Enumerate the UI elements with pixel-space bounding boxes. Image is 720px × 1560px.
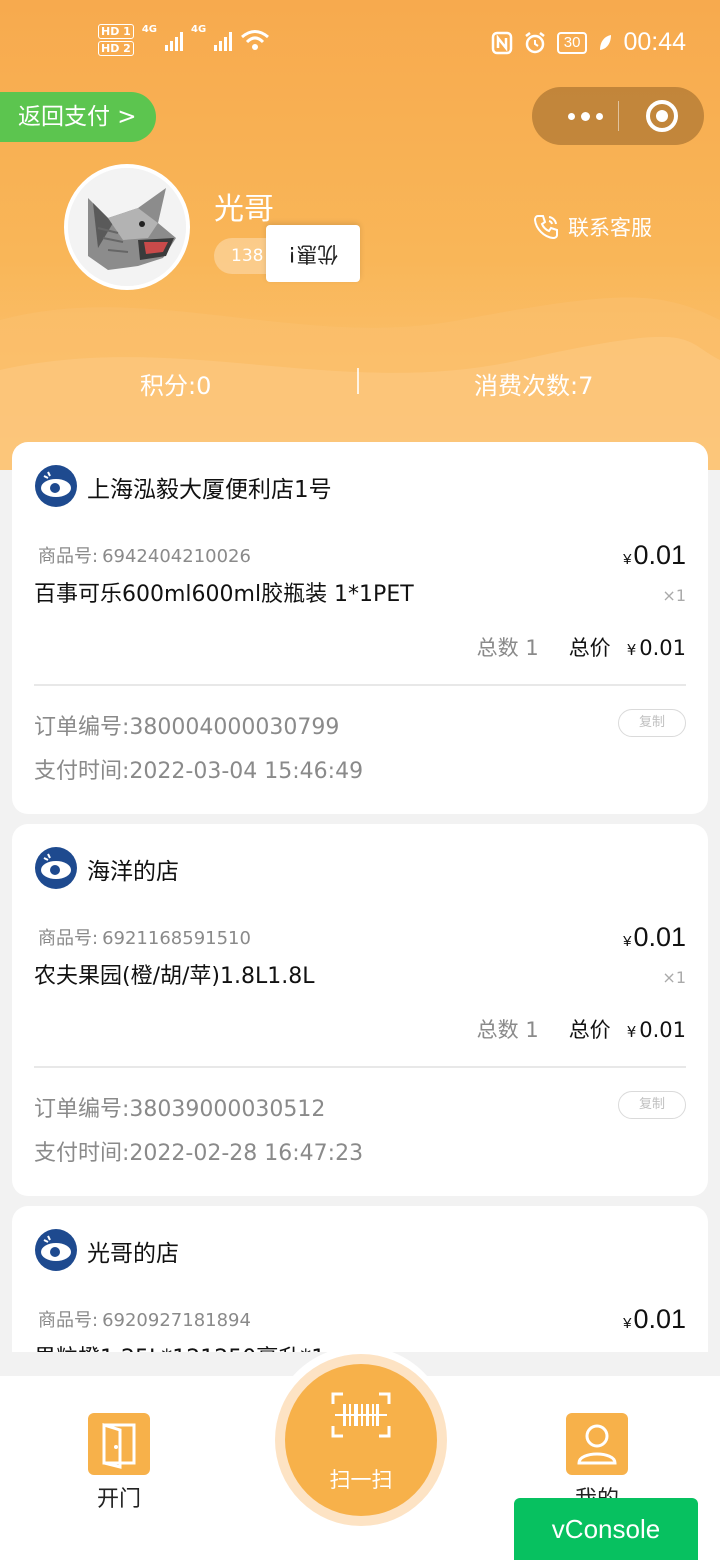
- status-bar: HD 1 HD 2 4G 4G 30 00:44: [0, 0, 720, 90]
- order-number: 订单编号:380004000030799: [34, 709, 339, 741]
- clock: 00:44: [623, 28, 686, 56]
- total-price-label: 总价: [568, 1018, 611, 1042]
- order-number-label: 订单编号:: [34, 715, 130, 740]
- quantity: ×1: [662, 968, 686, 987]
- order-totals: 总数 1 总价 ¥0.01: [477, 1014, 686, 1044]
- more-options-button[interactable]: [554, 87, 616, 145]
- leaf-icon: [600, 34, 612, 50]
- store-logo-icon: [35, 465, 77, 507]
- currency-symbol: ¥: [623, 551, 632, 568]
- product-code: 商品号: 6921168591510: [34, 924, 251, 950]
- payment-time-label: 支付时间:: [34, 759, 130, 784]
- order-card: 光哥的店 商品号:6920927181894 果粒橙1.25L*121250毫升…: [12, 1206, 708, 1352]
- quantity: ×1: [662, 586, 686, 605]
- close-miniprogram-button[interactable]: [646, 100, 678, 132]
- signal-icon-2: [214, 29, 233, 51]
- total-price-label: 总价: [568, 636, 611, 660]
- door-icon: [88, 1413, 150, 1475]
- hd2-indicator: HD 2: [98, 41, 134, 56]
- product-code: 商品号: 6920927181894: [34, 1306, 251, 1332]
- store-logo-icon: [35, 847, 77, 889]
- product-code-value: 6942404210026: [102, 546, 251, 567]
- store-name: 光哥的店: [87, 1241, 179, 1267]
- network-type-2: 4G: [191, 24, 207, 35]
- user-icon: [566, 1413, 628, 1475]
- total-count: 总数 1: [476, 1018, 539, 1042]
- nav-open-door[interactable]: 开门: [88, 1413, 150, 1513]
- return-to-payment-button[interactable]: 返回支付 >: [0, 92, 156, 142]
- currency-symbol: ¥: [623, 933, 632, 950]
- product-code-value: 6920927181894: [102, 1310, 251, 1331]
- avatar[interactable]: [64, 164, 190, 290]
- user-stats: 积分:0 消费次数:7: [0, 360, 720, 404]
- signal-icon: [165, 29, 183, 51]
- total-price-value: 0.01: [639, 636, 686, 660]
- barcode-scan-icon: [331, 1392, 391, 1438]
- user-name: 光哥: [214, 192, 274, 227]
- order-number-label: 订单编号:: [34, 1097, 130, 1122]
- unit-price: ¥0.01: [623, 1304, 686, 1335]
- order-totals: 总数 1 总价 ¥0.01: [477, 632, 686, 662]
- total-price-value: 0.01: [639, 1018, 686, 1042]
- divider: [34, 1066, 686, 1068]
- order-card: 海洋的店 商品号: 6921168591510 农夫果园(橙/胡/苹)1.8L1.…: [12, 824, 708, 1196]
- product-code-value: 6921168591510: [102, 928, 251, 949]
- product-name: 百事可乐600ml600ml胶瓶装 1*1PET: [34, 582, 414, 607]
- battery-indicator: 30: [556, 31, 588, 54]
- contact-service-button[interactable]: 联系客服: [532, 212, 652, 242]
- wifi-icon: [241, 30, 270, 50]
- nav-open-door-label: 开门: [96, 1487, 141, 1512]
- price-value: 0.01: [633, 922, 686, 952]
- visits-stat: 消费次数:7: [474, 372, 594, 400]
- alarm-icon: [525, 31, 545, 53]
- currency-symbol: ¥: [623, 1315, 632, 1332]
- divider: [34, 684, 686, 686]
- order-number: 订单编号:38039000030512: [34, 1091, 325, 1123]
- store-name: 上海泓毅大厦便利店1号: [87, 477, 332, 503]
- payment-time: 支付时间:2022-03-04 15:46:49: [34, 753, 363, 785]
- product-name: 农夫果园(橙/胡/苹)1.8L1.8L: [34, 964, 315, 989]
- payment-time-value: 2022-02-28 16:47:23: [129, 1141, 364, 1166]
- miniprogram-capsule: [532, 87, 704, 145]
- payment-time: 支付时间:2022-02-28 16:47:23: [34, 1135, 363, 1167]
- contact-service-label: 联系客服: [568, 216, 652, 240]
- product-code-label: 商品号:: [38, 928, 99, 949]
- price-value: 0.01: [633, 540, 686, 570]
- scan-button[interactable]: 扫一扫: [285, 1364, 437, 1516]
- scan-label: 扫一扫: [329, 1468, 393, 1492]
- currency-symbol: ¥: [626, 1023, 637, 1041]
- product-code-label: 商品号:: [38, 546, 99, 567]
- store-name: 海洋的店: [87, 859, 179, 885]
- product-code-label: 商品号:: [38, 1310, 99, 1331]
- total-count: 总数 1: [476, 636, 539, 660]
- copy-order-number-button[interactable]: 复制: [618, 1091, 686, 1119]
- order-card: 上海泓毅大厦便利店1号 商品号: 6942404210026 百事可乐600ml6…: [12, 442, 708, 814]
- nfc-icon: [491, 31, 512, 54]
- points-stat: 积分:0: [140, 372, 212, 400]
- order-number-value: 380004000030799: [129, 715, 340, 740]
- stats-divider: [357, 368, 359, 394]
- unit-price: ¥0.01: [623, 922, 686, 953]
- product-code: 商品号: 6942404210026: [34, 542, 251, 568]
- payment-time-value: 2022-03-04 15:46:49: [129, 759, 364, 784]
- promo-toast: 优惠!: [266, 225, 360, 282]
- currency-symbol: ¥: [626, 641, 637, 659]
- price-value: 0.01: [633, 1304, 686, 1334]
- order-number-value: 38039000030512: [129, 1097, 326, 1122]
- vconsole-button[interactable]: vConsole: [514, 1498, 698, 1560]
- hd1-indicator: HD 1: [98, 24, 134, 39]
- copy-order-number-button[interactable]: 复制: [618, 709, 686, 737]
- wolf-avatar-icon: [68, 168, 186, 286]
- product-name: 果粒橙1.25L*121250毫升*1: [34, 1340, 325, 1352]
- payment-time-label: 支付时间:: [34, 1141, 130, 1166]
- store-logo-icon: [35, 1229, 77, 1271]
- network-type-1: 4G: [141, 24, 157, 35]
- unit-price: ¥0.01: [623, 540, 686, 571]
- phone-icon: [533, 215, 558, 240]
